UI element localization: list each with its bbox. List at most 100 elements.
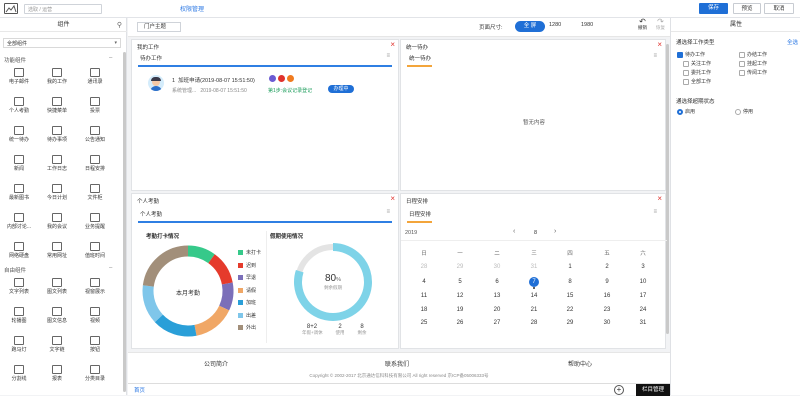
overdue-radio[interactable]: 启用: [677, 108, 695, 115]
menu-manage-button[interactable]: 栏目管理: [636, 384, 670, 396]
component-filter-select[interactable]: 全部组件 ▾: [3, 38, 121, 48]
calendar-day[interactable]: 12: [450, 293, 470, 299]
component-item[interactable]: 文字列表: [0, 276, 38, 303]
attendance-widget[interactable]: 个人考勤 × 个人考勤 ≡ 考勤打卡情况 本月考勤 未打卡 迟到 早退 请假 加班 出差外…: [131, 193, 399, 349]
calendar-day[interactable]: 30: [597, 320, 617, 326]
component-item[interactable]: 分类目录: [76, 363, 114, 390]
component-item[interactable]: 内部讨论...: [0, 211, 38, 238]
component-item[interactable]: 跑马灯: [0, 334, 38, 361]
calendar-day[interactable]: 13: [487, 293, 507, 299]
schedule-widget[interactable]: 日程安排 × 日程安排 ≡ 2019 ‹ 8 › 日一二三四五六 28 29 30 31…: [400, 193, 667, 349]
calendar-day[interactable]: 6: [487, 279, 507, 285]
calendar-day[interactable]: 30: [487, 264, 507, 270]
search-icon[interactable]: ⚲: [117, 21, 122, 29]
permission-management-link[interactable]: 权限管理: [180, 4, 204, 13]
menu-icon[interactable]: ≡: [386, 209, 390, 215]
calendar-day[interactable]: 15: [560, 293, 580, 299]
add-icon[interactable]: +: [614, 385, 624, 395]
component-item[interactable]: 统一待办: [0, 124, 38, 151]
close-icon[interactable]: ×: [390, 194, 395, 204]
component-item[interactable]: 视窗展示: [76, 276, 114, 303]
component-item[interactable]: 快捷菜单: [38, 95, 76, 122]
menu-icon[interactable]: ≡: [653, 53, 657, 59]
calendar-day[interactable]: 20: [487, 307, 507, 313]
save-button[interactable]: 保存: [699, 3, 728, 14]
calendar-day[interactable]: 26: [450, 320, 470, 326]
component-item[interactable]: 值班时间: [76, 240, 114, 267]
component-item[interactable]: 今日计划: [38, 182, 76, 209]
calendar-day[interactable]: 21: [524, 307, 544, 313]
calendar-day[interactable]: 5: [450, 279, 470, 285]
calendar-day[interactable]: 29: [560, 320, 580, 326]
calendar-day[interactable]: 28: [414, 264, 434, 270]
calendar-day[interactable]: 24: [633, 307, 653, 313]
component-item[interactable]: 工作日志: [38, 153, 76, 180]
component-item[interactable]: 文件柜: [76, 182, 114, 209]
component-item[interactable]: 日程安排: [76, 153, 114, 180]
close-icon[interactable]: ×: [657, 40, 662, 50]
calendar-day[interactable]: 2: [597, 264, 617, 270]
footer-link-about[interactable]: 公司简介: [204, 359, 228, 368]
collapse-icon[interactable]: –: [109, 55, 112, 61]
component-item[interactable]: 图文信息: [38, 305, 76, 332]
calendar-day[interactable]: 16: [597, 293, 617, 299]
overdue-radio[interactable]: 停用: [735, 108, 753, 115]
calendar-day[interactable]: 19: [450, 307, 470, 313]
component-item[interactable]: 按钮: [76, 334, 114, 361]
tab-unified-todo[interactable]: 统一待办: [409, 54, 431, 62]
page-name-input[interactable]: 选取 / 运营: [24, 4, 102, 14]
component-item[interactable]: 公告通知: [76, 124, 114, 151]
component-item[interactable]: 轮播图: [0, 305, 38, 332]
calendar-day[interactable]: 27: [487, 320, 507, 326]
work-item-title[interactable]: 1 加班申请(2019-08-07 15:51:50): [172, 76, 255, 84]
component-item[interactable]: 通讯录: [76, 66, 114, 93]
calendar-day[interactable]: 28: [524, 320, 544, 326]
my-work-widget[interactable]: 我的工作 × 待办工作 ≡ 1 加班申请(2019-08-07 15:51:50…: [131, 39, 399, 191]
tab-pending-work[interactable]: 待办工作: [140, 54, 162, 62]
scrollbar[interactable]: [123, 52, 126, 392]
calendar-day[interactable]: 23: [597, 307, 617, 313]
component-item[interactable]: 待办事项: [38, 124, 76, 151]
calendar-day[interactable]: 31: [524, 264, 544, 270]
cancel-button[interactable]: 取消: [764, 3, 794, 14]
calendar-day[interactable]: 1: [560, 264, 580, 270]
calendar-day[interactable]: 29: [450, 264, 470, 270]
component-item[interactable]: 分割线: [0, 363, 38, 390]
component-item[interactable]: 个人考勤: [0, 95, 38, 122]
tab-attendance[interactable]: 个人考勤: [140, 210, 162, 218]
component-item[interactable]: 文字链: [38, 334, 76, 361]
redo-button[interactable]: ↷ 恢复: [656, 18, 665, 31]
calendar-day[interactable]: 11: [414, 293, 434, 299]
calendar-day[interactable]: 8: [560, 279, 580, 285]
component-item[interactable]: 图文列表: [38, 276, 76, 303]
component-item[interactable]: 业务提醒: [76, 211, 114, 238]
component-item[interactable]: 最新图书: [0, 182, 38, 209]
calendar-day[interactable]: 18: [414, 307, 434, 313]
calendar-day[interactable]: 17: [633, 293, 653, 299]
undo-button[interactable]: ↶ 撤销: [638, 18, 647, 31]
component-item[interactable]: 视频: [76, 305, 114, 332]
component-item[interactable]: 新闻: [0, 153, 38, 180]
component-item[interactable]: 电子邮件: [0, 66, 38, 93]
collapse-icon[interactable]: –: [109, 265, 112, 271]
calendar-day[interactable]: 22: [560, 307, 580, 313]
calendar-day-today[interactable]: 7: [524, 277, 544, 289]
component-item[interactable]: 投票: [76, 95, 114, 122]
calendar-day[interactable]: 9: [597, 279, 617, 285]
component-item[interactable]: 报表: [38, 363, 76, 390]
tab-home[interactable]: 首页: [134, 386, 145, 394]
portal-theme-button[interactable]: 门户主题: [137, 22, 181, 32]
calendar-day[interactable]: 14: [524, 293, 544, 299]
calendar-day[interactable]: 31: [633, 320, 653, 326]
component-item[interactable]: 网络硬盘: [0, 240, 38, 267]
footer-link-contact[interactable]: 联系我们: [385, 359, 409, 368]
preview-button[interactable]: 预览: [733, 3, 761, 14]
menu-icon[interactable]: ≡: [386, 53, 390, 59]
component-item[interactable]: 我的工作: [38, 66, 76, 93]
calendar-day[interactable]: 3: [633, 264, 653, 270]
size-1980-button[interactable]: 1980: [581, 22, 593, 28]
size-1280-button[interactable]: 1280: [549, 22, 561, 28]
component-item[interactable]: 常用网址: [38, 240, 76, 267]
footer-link-help[interactable]: 帮助中心: [568, 359, 592, 368]
size-fullscreen-button[interactable]: 全 屏: [515, 21, 545, 32]
